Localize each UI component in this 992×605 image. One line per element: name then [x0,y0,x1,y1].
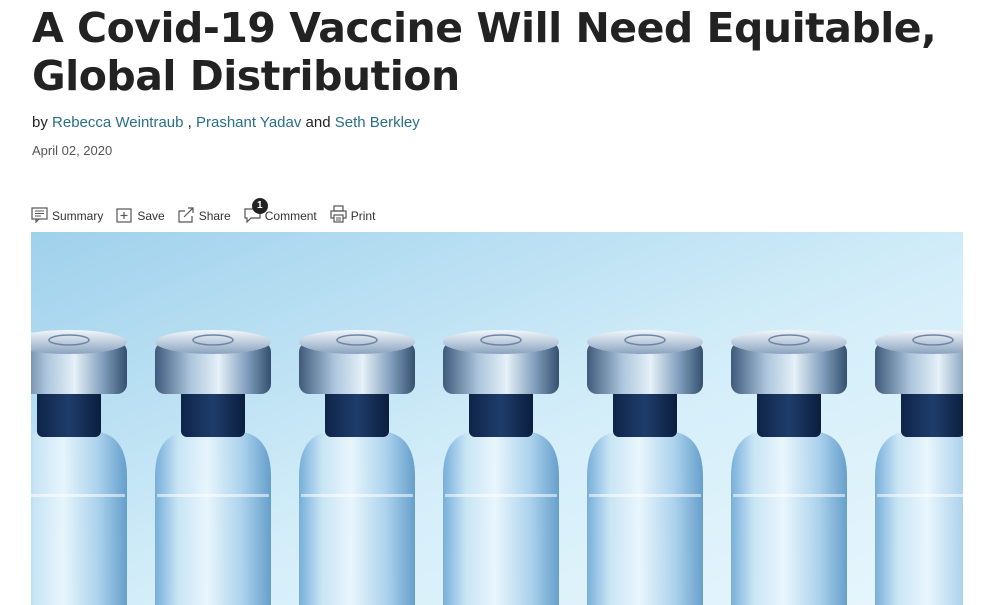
vial [587,330,703,605]
article-page: A Covid-19 Vaccine Will Need Equitable, … [0,0,992,605]
article-title-line-2: Global Distribution [32,52,460,100]
comment-label: Comment [264,209,317,223]
share-icon [178,207,194,223]
share-button[interactable]: Share [178,207,231,223]
print-label: Print [350,209,376,223]
summary-icon [31,207,48,223]
print-icon [330,205,347,223]
summary-label: Summary [52,209,104,223]
vial [31,330,127,605]
save-button[interactable]: Save [116,207,165,223]
article-toolbar: Summary Save Share 1 Comment Print [31,198,388,223]
author-link-1[interactable]: Rebecca Weintraub [52,114,183,131]
save-label: Save [137,209,165,223]
vial [155,330,271,605]
save-icon [116,208,132,223]
comment-count-badge: 1 [251,198,268,214]
print-button[interactable]: Print [330,205,376,223]
article-title: A Covid-19 Vaccine Will Need Equitable, … [32,4,972,100]
article-title-line-1: A Covid-19 Vaccine Will Need Equitable, [32,4,937,52]
vial [299,330,415,605]
author-link-2[interactable]: Prashant Yadav [196,114,301,131]
vial [875,330,963,605]
share-label: Share [198,209,231,223]
hero-image [31,232,963,605]
byline-separator: , [187,114,192,131]
byline-prefix: by [32,114,48,131]
byline: by Rebecca Weintraub , Prashant Yadav an… [32,114,420,131]
summary-button[interactable]: Summary [31,207,103,223]
vial [443,330,559,605]
author-link-3[interactable]: Seth Berkley [335,114,420,131]
vial [731,330,847,605]
comment-button[interactable]: 1 Comment [244,198,317,223]
publish-date: April 02, 2020 [32,143,113,158]
byline-conjunction: and [305,114,331,131]
